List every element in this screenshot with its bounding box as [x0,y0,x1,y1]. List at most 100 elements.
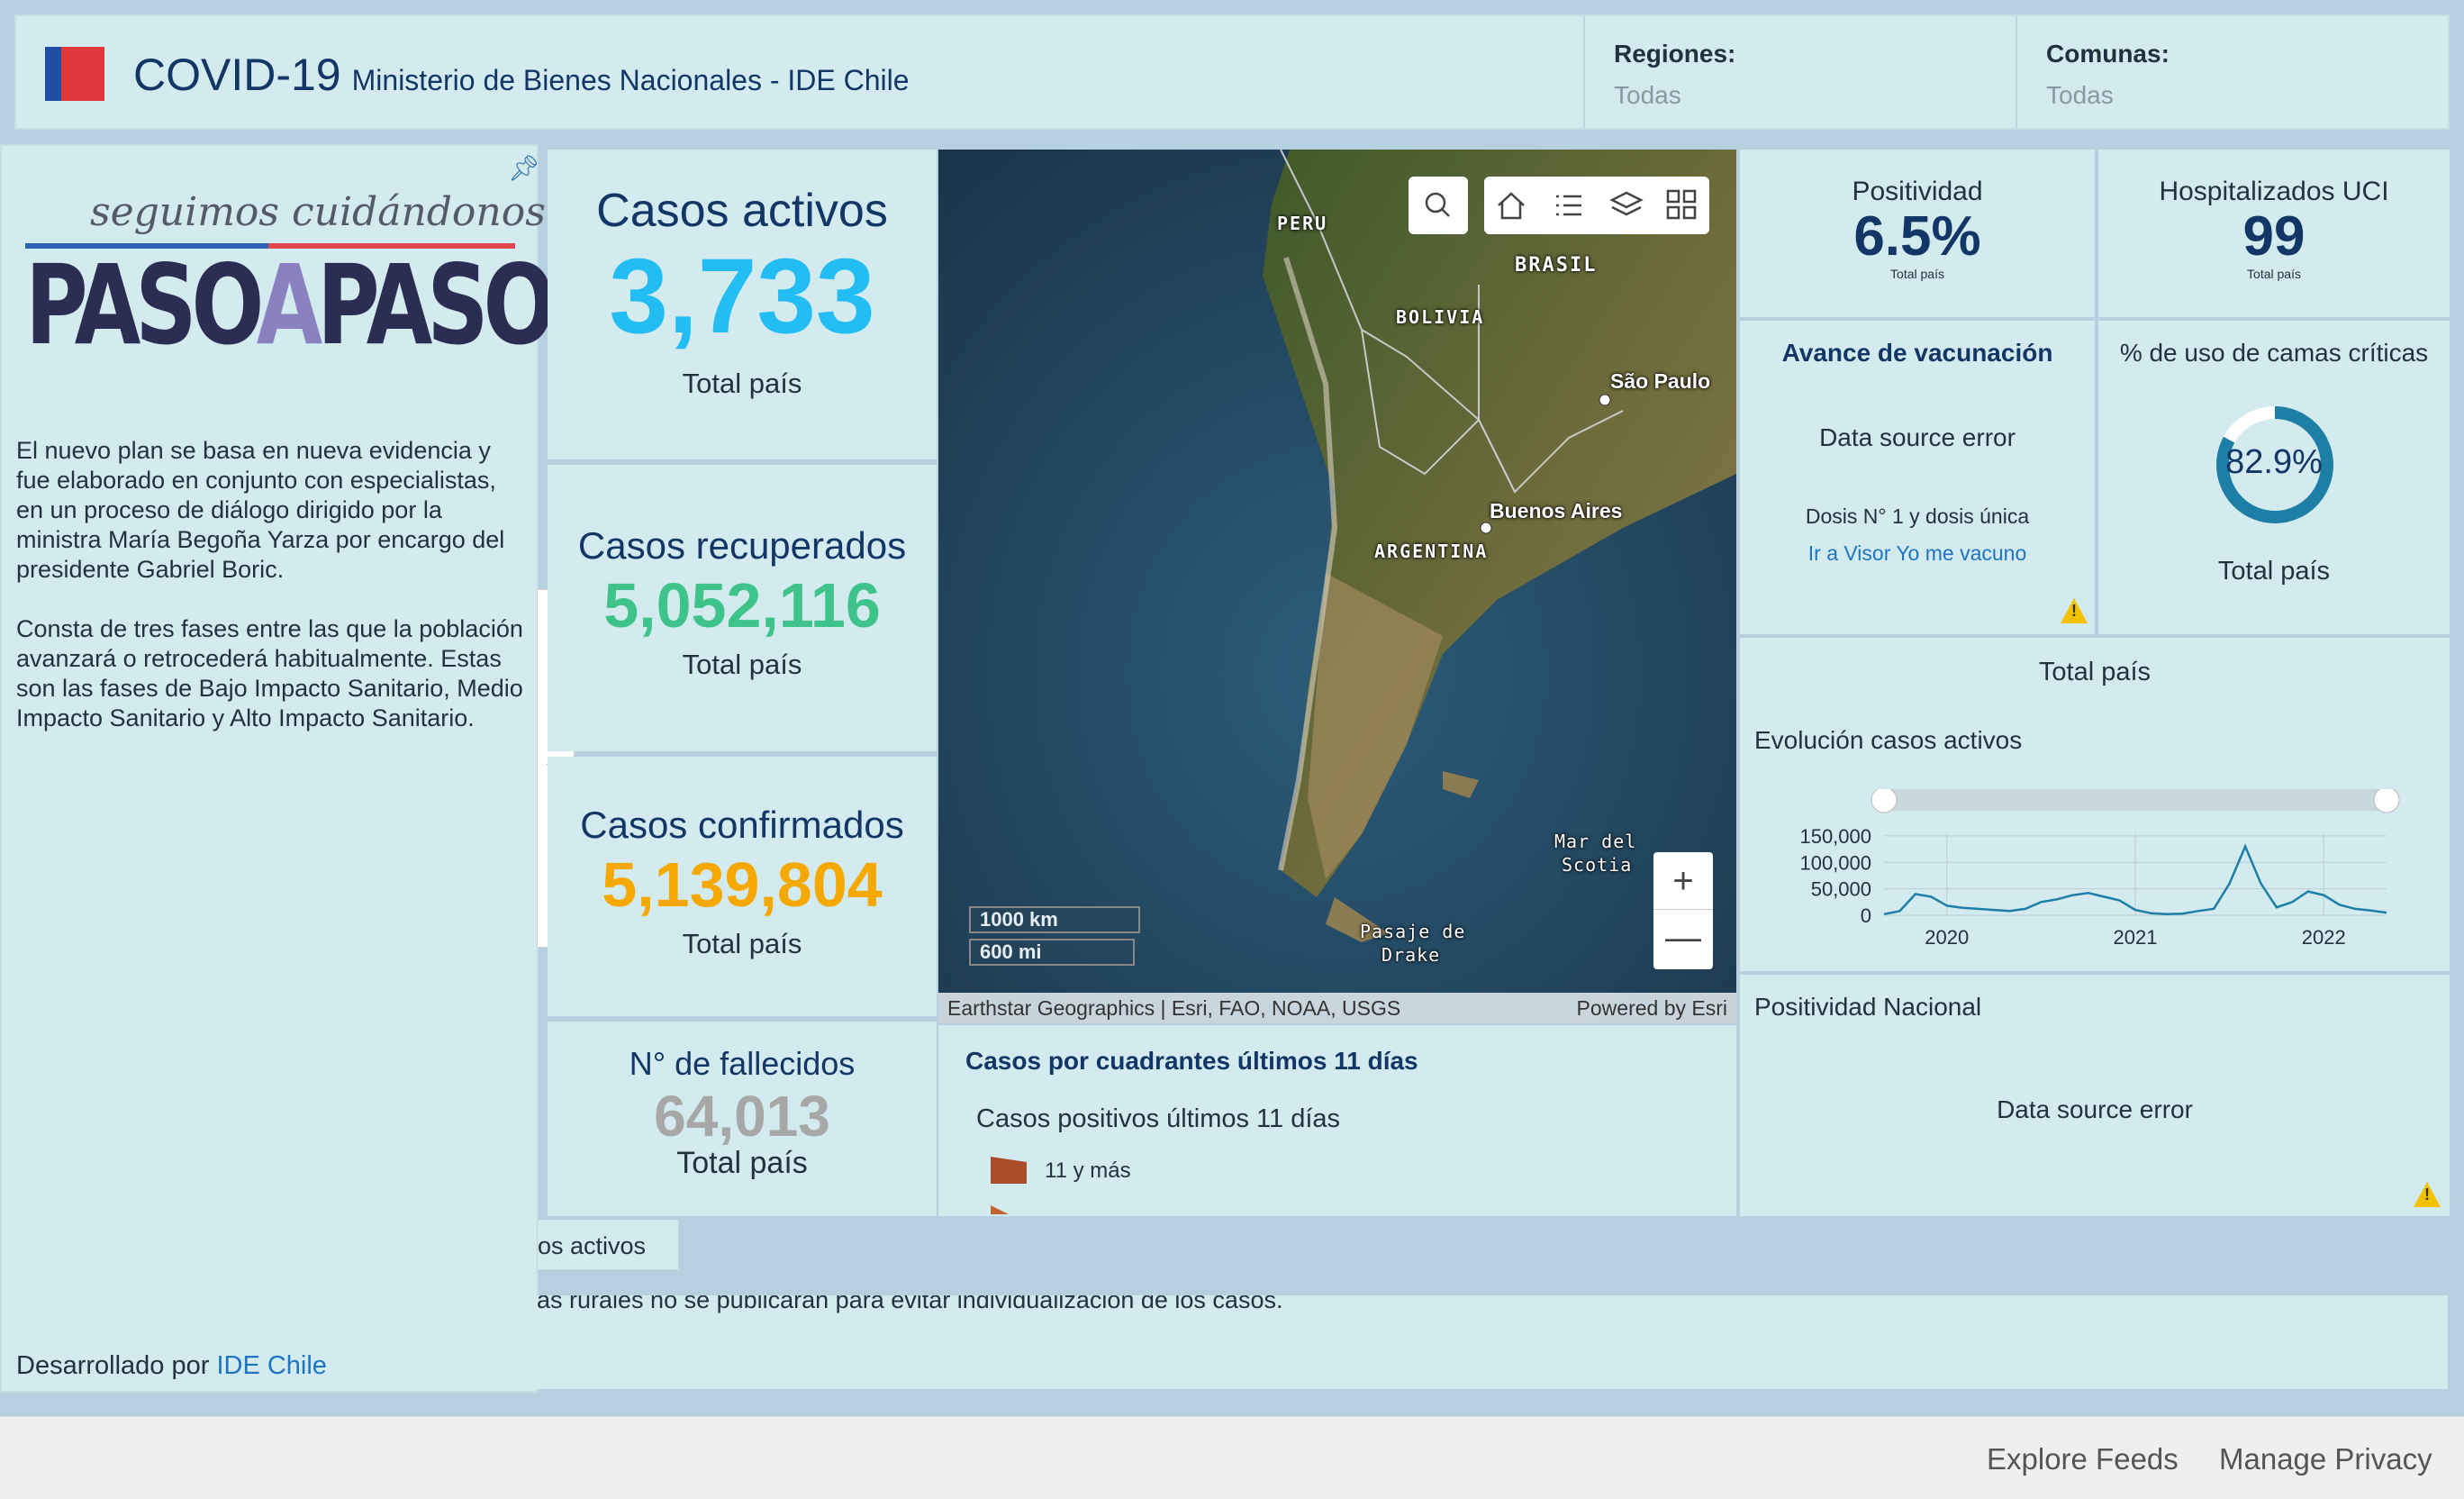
warning-icon[interactable]: ! [2414,1182,2441,1207]
map-label-mar-scotia-2: Scotia [1562,854,1633,876]
stat-recuperados-sub: Total país [682,649,802,680]
map-label-buenos-aires: Buenos Aires [1490,499,1623,522]
legend-swatch-next [991,1205,1009,1214]
dashboard-header: COVID-19 Ministerio de Bienes Nacionales … [14,14,2450,130]
map-label-brasil: BRASIL [1515,254,1598,277]
logo-wordmark: PASOAPASO [25,250,556,360]
positividad-nacional-panel: Positividad Nacional Data source error ! [1740,975,2450,1216]
kpi-positividad-title: Positividad [1852,177,1983,206]
sidebar-paragraph-1: El nuevo plan se basa en nueva evidencia… [16,437,505,583]
legend-panel: Casos por cuadrantes últimos 11 días Cas… [938,1025,1736,1216]
stat-recuperados-value: 5,052,116 [603,570,881,640]
kpi-uci-sub: Total país [2247,267,2301,281]
note-text: as rurales no se publicarán para evitar … [537,1295,1283,1313]
tab-casos-activos-label: os activos [538,1232,647,1259]
logo-word-paso-1: PASO [25,241,262,369]
map-search-button[interactable] [1409,177,1468,234]
evolucion-chart: 150,000 100,000 50,000 0 2020 2021 2022 [1799,789,2400,949]
ide-chile-link[interactable]: IDE Chile [216,1351,327,1380]
evolucion-panel: Total país Evolución casos activos 150,0… [1740,638,2450,971]
explore-feeds-link[interactable]: Explore Feeds [1987,1442,2179,1476]
note-panel: as rurales no se publicarán para evitar … [537,1295,2448,1389]
chile-flag-icon [45,47,104,101]
developed-by-text: Desarrollado por [16,1351,217,1380]
filter-comunas[interactable]: Comunas: Todas [2016,16,2450,128]
stat-fallecidos-sub: Total país [676,1146,808,1180]
map-label-sao-paulo: São Paulo [1610,369,1711,393]
zoom-out-button[interactable]: — [1653,910,1713,969]
layers-icon[interactable] [1608,189,1644,222]
paso-a-paso-logo: seguimos cuidándonos PASOAPASO [25,189,556,360]
map-view[interactable]: PERU BRASIL BOLIVIA ARGENTINA São Paulo … [938,150,1736,1023]
title-text: COVID-19 [133,50,341,100]
tab-casos-activos[interactable]: os activos [537,1220,679,1270]
attribution-text: Earthstar Geographics | Esri, FAO, NOAA,… [947,996,1401,1020]
positividad-nacional-error: Data source error [1997,1095,2193,1123]
filter-regiones[interactable]: Regiones: Todas [1583,16,2016,128]
stat-casos-activos: Casos activos 3,733 Total país [548,150,937,459]
stat-activos-value: 3,733 [609,237,875,356]
range-slider-handle-right[interactable] [2373,789,2400,813]
kpi-camas-criticas: % de uso de camas críticas 82.9% Total p… [2098,321,2450,634]
map-basemap[interactable] [938,150,1736,1023]
logo-tagline: seguimos cuidándonos [90,189,546,235]
x-tick-label: 2021 [2114,926,2158,949]
map-label-peru: PERU [1277,213,1328,234]
page-footer: Explore Feeds Manage Privacy [0,1416,2464,1499]
logo-word-paso-2: PASO [316,241,556,369]
kpi-vacunacion-title: Avance de vacunación [1781,339,2053,367]
side-panel: 📌︎ seguimos cuidándonos PASOAPASO El nue… [0,144,556,1393]
positividad-nacional-title: Positividad Nacional [1754,993,1982,1021]
stat-confirmados-value: 5,139,804 [602,849,883,920]
legend-subtitle: Casos positivos últimos 11 días [976,1104,1341,1133]
map-toolbar [1484,177,1709,234]
kpi-uci-value: 99 [2242,205,2305,268]
legend-title: Casos por cuadrantes últimos 11 días [965,1047,1418,1075]
dashboard-title: COVID-19 Ministerio de Bienes Nacionales … [133,49,910,101]
range-slider-track [1884,789,2387,811]
bottom-tab-bar: os activos [537,1218,2464,1270]
kpi-avance-vacunacion: Avance de vacunación Data source error D… [1740,321,2095,634]
stat-activos-sub: Total país [682,368,802,399]
kpi-hospitalizados-uci: Hospitalizados UCI 99 Total país [2098,150,2450,317]
kpi-camas-title: % de uso de camas críticas [2119,339,2429,367]
kpi-vacunacion-error: Data source error [1819,423,2016,451]
filter-comunas-value[interactable]: Todas [2046,81,2421,110]
map-attribution: Earthstar Geographics | Esri, FAO, NOAA,… [938,993,1736,1023]
kpi-positividad-sub: Total país [1890,267,1944,281]
basemap-gallery-icon[interactable] [1664,187,1700,223]
kpi-camas-value: 82.9% [2225,443,2323,481]
filter-regiones-value[interactable]: Todas [1614,81,1987,110]
kpi-positividad-value: 6.5% [1853,205,1981,268]
filter-regiones-label: Regiones: [1614,40,1736,68]
map-label-drake-1: Pasaje de [1360,921,1466,942]
stat-fallecidos: N° de fallecidos 64,013 Total país [548,1022,937,1216]
logo-word-a: A [256,241,323,369]
legend-list-icon[interactable] [1551,189,1587,222]
map-label-argentina: ARGENTINA [1374,541,1489,562]
scale-bar-km: 1000 km [969,906,1140,933]
stat-casos-recuperados: Casos recuperados 5,052,116 Total país [548,465,937,751]
zoom-controls: + — [1653,852,1713,969]
kpi-positividad: Positividad 6.5% Total país [1740,150,2095,317]
pin-icon[interactable]: 📌︎ [508,153,540,183]
home-icon[interactable] [1493,189,1529,222]
sidebar-paragraph-2: Consta de tres fases entre las que la po… [16,615,523,731]
range-slider-handle-left[interactable] [1871,789,1898,813]
stat-activos-title: Casos activos [596,185,888,237]
warning-icon[interactable]: ! [2061,598,2088,623]
powered-by-esri[interactable]: Powered by Esri [1577,996,1727,1021]
manage-privacy-link[interactable]: Manage Privacy [2219,1442,2432,1476]
stat-casos-confirmados: Casos confirmados 5,139,804 Total país [548,757,937,1016]
y-tick-label: 0 [1861,904,1871,927]
kpi-camas-sub: Total país [2217,557,2331,586]
subtitle-text: Ministerio de Bienes Nacionales - IDE Ch… [351,64,910,96]
stat-recuperados-title: Casos recuperados [577,524,907,567]
visor-yo-me-vacuno-link[interactable]: Ir a Visor Yo me vacuno [1740,541,2095,566]
stat-confirmados-title: Casos confirmados [580,804,904,846]
map-label-mar-scotia-1: Mar del [1554,831,1637,852]
zoom-in-button[interactable]: + [1653,852,1713,910]
stat-fallecidos-title: N° de fallecidos [629,1045,856,1082]
map-label-drake-2: Drake [1381,944,1441,966]
legend-item-label: 11 y más [1045,1158,1131,1183]
